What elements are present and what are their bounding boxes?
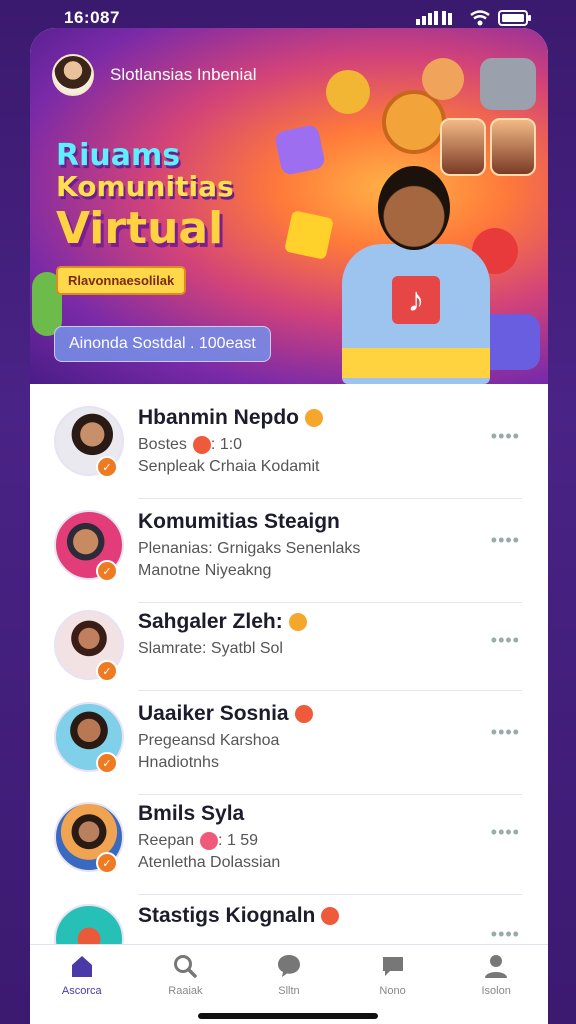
list-item-title: Komumitias Steaign xyxy=(138,510,340,533)
hero-title: Riuams Komunitias Virtual Rlavonnaesolil… xyxy=(56,140,266,295)
home-indicator xyxy=(198,1013,378,1019)
list-item-line: Senpleak Crhaia Kodamit xyxy=(138,458,320,476)
list-item-text: Hbanmin Nepdo Bostes: 1:0 Senpleak Crhai… xyxy=(138,406,323,476)
emoji-icon xyxy=(294,705,313,724)
tab-label: Nono xyxy=(379,985,406,997)
hero-header: Slotlansias Inbenial xyxy=(52,54,256,96)
list-item-title: Uaaiker Sosnia xyxy=(138,702,313,726)
tab-home[interactable]: Ascorca xyxy=(42,953,122,1024)
list-item-line: Hnadiotnhs xyxy=(138,754,219,771)
list-item-text: Bmils Syla Reepan: 1 59 Atenletha Dolass… xyxy=(138,802,280,872)
status-badge: ✓ xyxy=(96,456,118,478)
message-icon xyxy=(382,957,403,976)
more-icon[interactable]: •••• xyxy=(491,924,520,945)
hero-header-title: Slotlansias Inbenial xyxy=(110,65,257,84)
status-badge: ✓ xyxy=(96,560,118,582)
battery-icon xyxy=(498,10,531,26)
list-item-title: Stastigs Kiognaln xyxy=(138,904,340,928)
emoji-icon xyxy=(192,436,211,454)
list-item-text: Sahgaler Zleh: Slamrate: Syatbl Sol xyxy=(138,610,307,658)
list-item-line: Pregeansd Karshoa xyxy=(138,732,280,749)
hero-chip[interactable]: Ainonda Sostdal . 100east xyxy=(54,326,271,362)
hero-ribbon: Rlavonnaesolilak xyxy=(56,265,187,295)
tab-label: Isolon xyxy=(481,985,511,997)
cube-toy-icon xyxy=(284,210,334,260)
divider xyxy=(138,602,522,603)
list-item-text: Komumitias Steaign Plenanias: Grnigaks S… xyxy=(138,510,360,580)
tab-label: Raaiak xyxy=(168,985,203,997)
list-item-line: Reepan: 1 59 xyxy=(138,832,259,850)
list-item-title: Bmils Syla xyxy=(138,802,245,825)
tab-label: Slltn xyxy=(278,985,300,997)
search-icon xyxy=(174,955,198,978)
emoji-icon xyxy=(200,832,219,850)
cartoon-character-icon xyxy=(326,70,370,114)
chat-icon xyxy=(277,955,300,977)
signal-icon xyxy=(416,11,452,25)
list-item-title: Hbanmin Nepdo xyxy=(138,406,323,430)
status-time: 16:087 xyxy=(64,8,120,27)
tab-profile[interactable]: Isolon xyxy=(456,953,536,1024)
hero-title-line-1: Riuams xyxy=(56,138,181,173)
status-icons xyxy=(416,10,532,26)
hero-person-illustration: ♪ xyxy=(330,166,500,384)
more-icon[interactable]: •••• xyxy=(491,426,520,447)
more-icon[interactable]: •••• xyxy=(491,630,520,651)
tab-label: Ascorca xyxy=(61,985,102,997)
list-item-line: Manotne Niyeakng xyxy=(138,562,272,579)
list-item-line: Bostes: 1:0 xyxy=(138,436,243,454)
divider xyxy=(138,690,522,691)
tab-bar: Ascorca Raaiak Slltn Nono Isolon xyxy=(30,944,548,1024)
emoji-icon xyxy=(321,907,340,926)
list-item-line: Plenanias: Grnigaks Senenlaks xyxy=(138,540,361,557)
home-icon xyxy=(71,956,92,977)
hero-title-line-2: Komunitias xyxy=(56,169,234,203)
list-item-line: Slamrate: Syatbl Sol xyxy=(138,640,283,657)
more-icon[interactable]: •••• xyxy=(491,822,520,843)
status-badge: ✓ xyxy=(96,852,118,874)
list-item-line: Atenletha Dolassian xyxy=(138,854,281,872)
smile-emoji-icon xyxy=(288,613,307,632)
hero-banner[interactable]: Slotlansias Inbenial Riuams Komunitias V… xyxy=(30,28,548,384)
status-badge: ✓ xyxy=(96,660,118,682)
music-logo-icon: ♪ xyxy=(392,276,440,324)
list-item-title: Sahgaler Zleh: xyxy=(138,610,307,634)
camera-toy-icon xyxy=(273,123,327,177)
pizza-toy-icon xyxy=(382,90,446,154)
wifi-icon xyxy=(470,10,490,26)
hero-title-line-3: Virtual xyxy=(56,202,224,254)
camera-device-icon xyxy=(480,58,536,110)
divider xyxy=(138,894,522,895)
divider xyxy=(138,794,522,795)
community-list: ✓ Hbanmin Nepdo Bostes: 1:0 Senpleak Crh… xyxy=(30,384,548,974)
list-item-text: Stastigs Kiognaln xyxy=(138,904,340,928)
more-icon[interactable]: •••• xyxy=(491,530,520,551)
avatar[interactable] xyxy=(52,54,94,96)
more-icon[interactable]: •••• xyxy=(491,722,520,743)
status-bar: 16:087 xyxy=(0,0,576,36)
status-badge: ✓ xyxy=(96,752,118,774)
profile-icon xyxy=(485,955,508,978)
hamster-character-icon xyxy=(422,58,464,100)
list-item-text: Uaaiker Sosnia Pregeansd Karshoa Hnadiot… xyxy=(138,702,313,772)
smile-emoji-icon xyxy=(305,409,323,428)
app-screen: Slotlansias Inbenial Riuams Komunitias V… xyxy=(30,28,548,1024)
divider xyxy=(138,498,522,499)
